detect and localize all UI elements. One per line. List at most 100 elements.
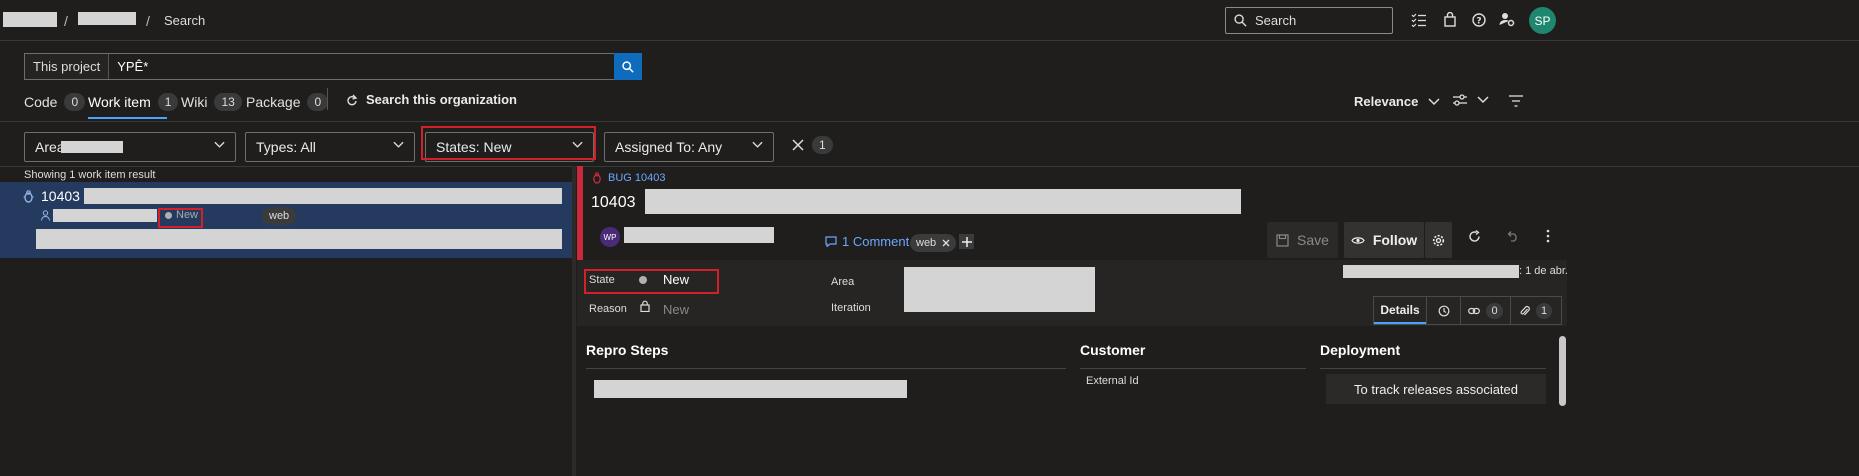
detail-scrollbar-thumb[interactable] <box>1559 336 1566 406</box>
search-scope-label[interactable]: This project <box>25 54 110 79</box>
detail-tag[interactable]: web <box>910 234 957 252</box>
help-icon[interactable]: ? <box>1472 13 1486 27</box>
chevron-down-icon <box>752 141 763 148</box>
tab-package-label: Package <box>246 94 301 110</box>
sort-dropdown[interactable]: Relevance <box>1354 94 1440 109</box>
person-icon <box>41 210 50 221</box>
deployment-message: To track releases associated <box>1353 381 1519 397</box>
tab-details-label: Details <box>1380 302 1420 317</box>
area-label: Area <box>831 276 855 288</box>
chevron-down-icon <box>1428 97 1440 105</box>
deployment-info-box: To track releases associated <box>1326 374 1546 404</box>
follow-label: Follow <box>1372 232 1418 248</box>
detail-assignee-avatar[interactable]: WP <box>600 227 620 247</box>
remove-tag-icon[interactable] <box>942 239 950 247</box>
highlight-state-field <box>584 269 719 294</box>
clear-filters-icon[interactable] <box>792 139 804 151</box>
filter-icon[interactable] <box>1509 95 1523 107</box>
repro-steps-redacted[interactable] <box>594 380 907 398</box>
gear-icon <box>1432 234 1445 246</box>
detail-type-label[interactable]: BUG 10403 <box>592 172 665 184</box>
shopping-bag-icon[interactable] <box>1444 12 1456 27</box>
checklist-icon[interactable] <box>1411 13 1427 27</box>
section-repro-steps-title: Repro Steps <box>586 342 669 358</box>
tab-wiki[interactable]: Wiki 13 <box>181 93 242 111</box>
breadcrumb-current: Search <box>164 13 206 28</box>
pane-splitter[interactable] <box>572 166 576 476</box>
updated-date: : 1 de abr. <box>1519 265 1568 277</box>
result-title-redacted <box>84 188 562 204</box>
deployment-section-divider <box>1320 368 1546 369</box>
types-filter-dropdown[interactable]: Types: All <box>245 132 415 162</box>
eye-icon <box>1351 236 1365 244</box>
undo-icon[interactable] <box>1506 230 1519 242</box>
user-settings-icon[interactable] <box>1499 12 1515 27</box>
breadcrumb-project-redacted[interactable] <box>78 12 136 25</box>
tab-work-item[interactable]: Work item 1 <box>88 93 179 111</box>
bug-color-bar <box>577 166 583 260</box>
svg-text:?: ? <box>1476 17 1481 27</box>
search-organization-link[interactable]: Search this organization <box>346 92 517 107</box>
area-iteration-redacted[interactable] <box>904 267 1095 312</box>
assigned-filter-dropdown[interactable]: Assigned To: Any <box>604 132 774 162</box>
tab-code-label: Code <box>24 94 58 110</box>
links-count: 0 <box>1486 302 1503 319</box>
search-organization-label: Search this organization <box>366 92 517 107</box>
tab-code[interactable]: Code 0 <box>24 93 86 111</box>
types-filter-label: Types: All <box>256 139 316 155</box>
search-icon <box>1234 14 1247 27</box>
refresh-icon[interactable] <box>1468 230 1481 243</box>
tab-wiki-label: Wiki <box>181 94 208 110</box>
comment-icon <box>825 236 837 247</box>
comments-link[interactable]: 1 Comment <box>825 234 909 249</box>
result-row-selected[interactable]: 10403 New web conteúdo <box>0 182 572 258</box>
user-avatar[interactable]: SP <box>1529 7 1556 34</box>
filter-options-button[interactable] <box>1453 94 1489 106</box>
search-query-text[interactable]: YPÊ* <box>109 59 148 74</box>
link-icon <box>1468 307 1481 314</box>
user-avatar-initials: SP <box>1534 13 1551 28</box>
detail-assignee-redacted[interactable] <box>624 227 774 243</box>
tab-attachments[interactable]: 1 <box>1510 297 1561 324</box>
tabs-divider <box>0 121 1859 122</box>
save-label: Save <box>1297 232 1329 248</box>
search-query-box[interactable]: This project YPÊ* <box>24 53 614 80</box>
chevron-down-icon <box>1477 96 1489 104</box>
result-tag: web <box>262 207 297 225</box>
tab-package[interactable]: Package 0 <box>246 93 329 111</box>
sort-label: Relevance <box>1354 94 1419 109</box>
settings-button[interactable] <box>1425 222 1452 258</box>
bug-icon <box>593 172 601 184</box>
save-icon <box>1276 233 1289 247</box>
tab-history[interactable] <box>1426 297 1460 324</box>
header-divider <box>0 40 1859 41</box>
tab-work-item-label: Work item <box>88 94 151 110</box>
area-value-redacted <box>61 141 123 153</box>
detail-title-redacted[interactable] <box>645 189 1241 214</box>
save-button[interactable]: Save <box>1267 222 1338 258</box>
lock-icon <box>640 300 650 312</box>
breadcrumb-org-redacted[interactable] <box>3 12 57 27</box>
header-search-placeholder: Search <box>1255 13 1297 28</box>
results-summary: Showing 1 work item result <box>24 169 156 181</box>
plus-icon <box>961 236 972 247</box>
customer-section-divider <box>1080 368 1306 369</box>
chevron-down-icon <box>214 141 225 148</box>
more-options-icon[interactable] <box>1546 229 1550 243</box>
tab-package-count: 0 <box>307 93 329 111</box>
active-filter-count: 1 <box>812 136 833 154</box>
reason-value: New <box>663 302 690 317</box>
follow-button[interactable]: Follow <box>1344 222 1424 258</box>
sliders-icon <box>1453 94 1467 106</box>
tab-work-item-count: 1 <box>157 93 179 111</box>
search-submit-button[interactable] <box>614 53 642 80</box>
tab-details[interactable]: Details <box>1374 297 1426 324</box>
area-filter-dropdown[interactable]: Area: <box>24 132 236 162</box>
header-search-box[interactable]: Search <box>1225 7 1393 34</box>
add-tag-button[interactable] <box>959 234 974 249</box>
detail-type-text: BUG 10403 <box>608 172 666 184</box>
highlight-states-filter <box>421 126 596 160</box>
section-customer-title: Customer <box>1080 342 1146 358</box>
tab-links[interactable]: 0 <box>1460 297 1510 324</box>
detail-id: 10403 <box>591 194 636 211</box>
